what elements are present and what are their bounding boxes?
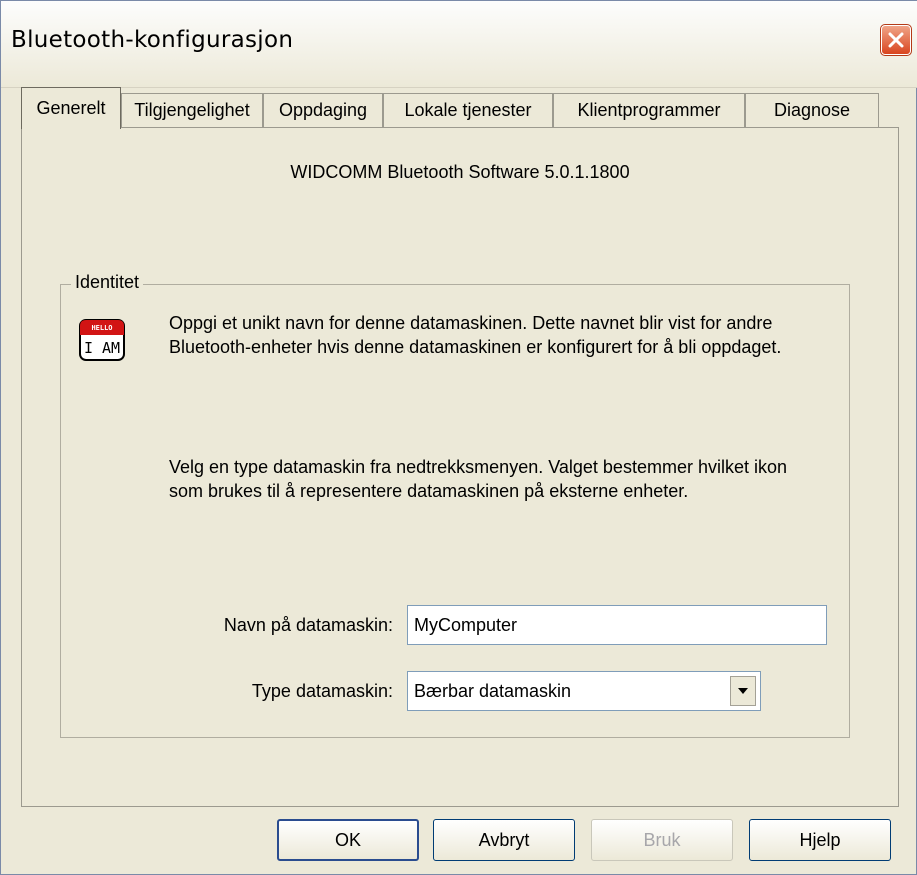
software-version: WIDCOMM Bluetooth Software 5.0.1.1800 [290, 162, 630, 182]
close-button[interactable] [880, 24, 912, 56]
tab-panel-generelt: WIDCOMM Bluetooth Software 5.0.1.1800 Id… [21, 127, 899, 807]
computer-type-dropdown-button[interactable] [730, 676, 756, 706]
computer-type-value: Bærbar datamaskin [414, 681, 572, 701]
computer-type-label: Type datamaskin: [251, 681, 393, 701]
computer-type-select[interactable]: Bærbar datamaskin [407, 671, 761, 711]
computer-name-input[interactable] [407, 605, 827, 645]
tab-generelt[interactable]: Generelt [21, 87, 121, 129]
hello-icon-text: I AM [84, 339, 120, 357]
apply-button: Bruk [591, 819, 733, 861]
description-type: Velg en type datamaskin fra nedtrekksmen… [169, 457, 787, 501]
tab-oppdaging[interactable]: Oppdaging [263, 93, 383, 127]
tab-lokale-tjenester[interactable]: Lokale tjenester [383, 93, 553, 127]
help-button[interactable]: Hjelp [749, 819, 891, 861]
dialog-window: Bluetooth-konfigurasjon Generelt Tilgjen… [0, 0, 917, 875]
close-icon [888, 32, 904, 48]
chevron-down-icon [738, 688, 748, 694]
cancel-button[interactable]: Avbryt [433, 819, 575, 861]
identity-group: Identitet HELLO I AM Oppgi et unikt navn… [60, 272, 850, 738]
computer-name-label: Navn på datamaskin: [223, 615, 393, 635]
ok-button[interactable]: OK [277, 819, 419, 861]
title-bar[interactable]: Bluetooth-konfigurasjon [1, 1, 917, 88]
tab-tilgjengelighet[interactable]: Tilgjengelighet [121, 93, 263, 127]
tab-klientprogrammer[interactable]: Klientprogrammer [553, 93, 745, 127]
identity-group-label: Identitet [71, 272, 144, 293]
description-name: Oppgi et unikt navn for denne datamaskin… [169, 313, 782, 357]
tab-diagnose[interactable]: Diagnose [745, 93, 879, 127]
hello-icon-top-text: HELLO [91, 324, 112, 332]
hello-i-am-icon: HELLO I AM [79, 319, 125, 361]
window-title: Bluetooth-konfigurasjon [11, 27, 294, 53]
